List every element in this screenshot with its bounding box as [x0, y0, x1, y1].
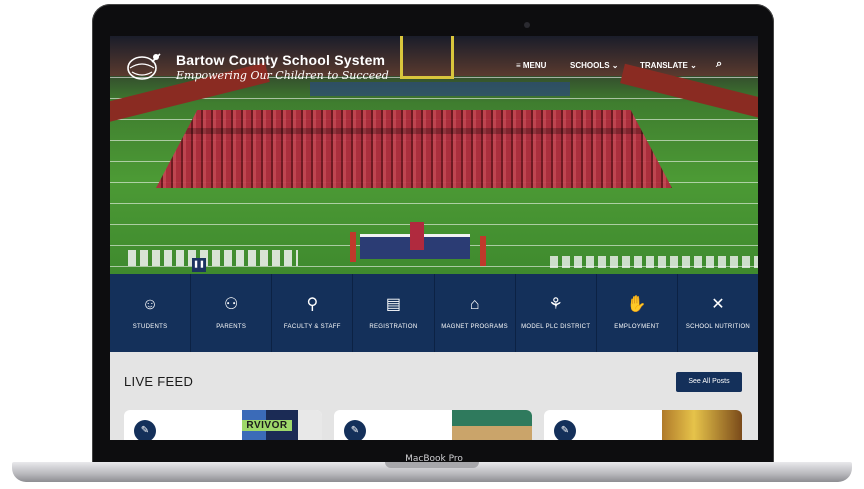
chairs-right	[550, 256, 758, 268]
site-tagline: Empowering Our Children to Succeed	[176, 69, 389, 82]
parents-icon: ⚇	[224, 296, 239, 313]
quick-link-label: MAGNET PROGRAMS	[441, 324, 508, 330]
search-icon[interactable]: ⌕	[716, 58, 722, 71]
goalpost	[400, 36, 454, 79]
student-icon: ☺	[141, 296, 159, 313]
live-feed-title: LIVE FEED	[124, 374, 194, 389]
chairs-left	[128, 250, 298, 266]
flag-left	[350, 232, 356, 262]
globe-logo-icon	[127, 53, 161, 80]
quick-link-label: FACULTY & STAFF	[283, 324, 341, 330]
feed-card[interactable]: ✎	[334, 410, 532, 440]
utensils-icon: ✕	[711, 296, 725, 313]
teacher-icon: ⚲	[306, 296, 319, 313]
feed-card-image: RVIVOR	[242, 410, 322, 440]
quick-link-faculty-staff[interactable]: ⚲ FACULTY & STAFF	[272, 274, 354, 352]
handshake-icon: ✋	[626, 296, 647, 313]
quick-links: ☺ STUDENTS ⚇ PARENTS ⚲ FACULTY & STAFF ▤…	[110, 274, 758, 352]
schools-dropdown[interactable]: SCHOOLS ⌄	[570, 61, 618, 70]
endzone-banner	[310, 82, 570, 96]
hero-image: ❚❚ Bartow County School System Empowerin…	[110, 36, 758, 274]
district-logo[interactable]	[124, 50, 166, 82]
quick-link-model-plc-district[interactable]: ⚘ MODEL PLC DISTRICT	[516, 274, 597, 352]
feed-card[interactable]: ✎ RVIVOR	[124, 410, 322, 440]
translate-dropdown[interactable]: TRANSLATE ⌄	[640, 61, 697, 70]
pause-button[interactable]: ❚❚	[192, 258, 206, 272]
feed-card-image	[662, 410, 742, 440]
feed-card[interactable]: ✎	[544, 410, 742, 440]
podium	[410, 222, 424, 250]
camera-icon	[524, 22, 530, 28]
post-source-icon: ✎	[134, 420, 156, 440]
quick-link-school-nutrition[interactable]: ✕ SCHOOL NUTRITION	[678, 274, 758, 352]
quick-link-employment[interactable]: ✋ EMPLOYMENT	[597, 274, 678, 352]
see-all-posts-button[interactable]: See All Posts	[676, 372, 742, 392]
quick-link-label: REGISTRATION	[369, 324, 418, 330]
network-icon: ⚘	[548, 296, 563, 313]
laptop-notch	[385, 462, 479, 468]
quick-link-label: EMPLOYMENT	[614, 324, 660, 330]
graduates-crowd	[156, 110, 672, 188]
feed-card-image	[452, 410, 532, 440]
quick-link-parents[interactable]: ⚇ PARENTS	[191, 274, 273, 352]
post-source-icon: ✎	[344, 420, 366, 440]
screen: ❚❚ Bartow County School System Empowerin…	[110, 36, 758, 440]
magnet-icon: ⌂	[469, 296, 480, 313]
menu-button[interactable]: ≡ MENU	[516, 61, 546, 70]
quick-link-label: SCHOOL NUTRITION	[685, 324, 751, 330]
live-feed-section: LIVE FEED See All Posts ✎ RVIVOR ✎ ✎	[110, 352, 758, 440]
quick-link-label: STUDENTS	[132, 324, 168, 330]
laptop-base	[12, 462, 852, 482]
quick-link-label: PARENTS	[216, 324, 247, 330]
flag-right	[480, 236, 486, 266]
post-source-icon: ✎	[554, 420, 576, 440]
quick-link-label: MODEL PLC DISTRICT	[521, 324, 591, 330]
quick-link-registration[interactable]: ▤ REGISTRATION	[353, 274, 435, 352]
quick-link-magnet-programs[interactable]: ⌂ MAGNET PROGRAMS	[435, 274, 516, 352]
feed-card-image-text: RVIVOR	[242, 420, 292, 431]
quick-link-students[interactable]: ☺ STUDENTS	[110, 274, 192, 352]
clipboard-icon: ▤	[385, 296, 401, 313]
site-title[interactable]: Bartow County School System	[176, 52, 385, 68]
